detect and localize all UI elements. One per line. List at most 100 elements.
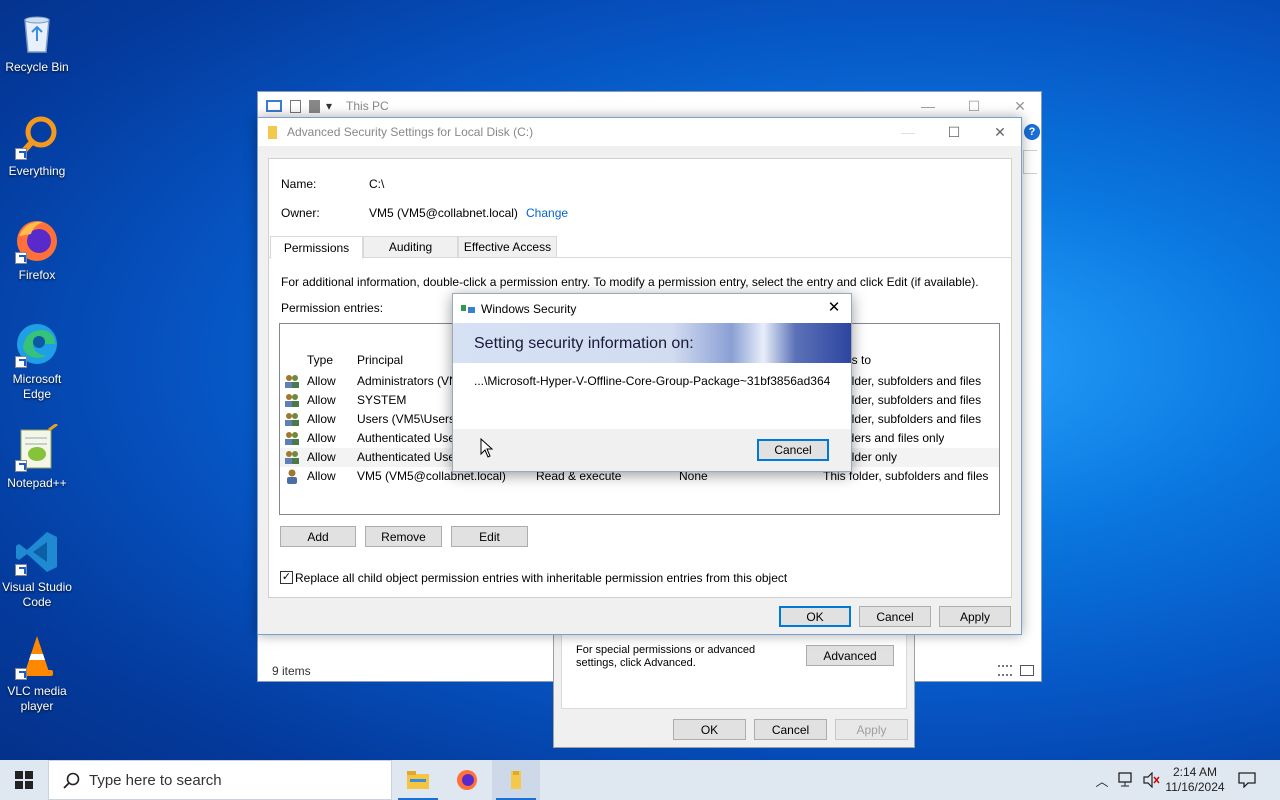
computer-icon	[266, 100, 282, 112]
adv-ok-button[interactable]: OK	[779, 606, 851, 627]
sec-titlebar[interactable]: Windows Security	[453, 294, 851, 323]
props-apply-button[interactable]: Apply	[835, 719, 908, 740]
taskbar-search[interactable]: Type here to search	[48, 760, 392, 800]
sec-path: ...\Microsoft-Hyper-V-Offline-Core-Group…	[474, 374, 831, 388]
change-owner-link[interactable]: Change	[526, 206, 568, 220]
tab-effective-access[interactable]: Effective Access	[458, 236, 557, 258]
user-icon	[284, 469, 300, 484]
edit-button[interactable]: Edit	[451, 526, 528, 547]
details-view-icon[interactable]	[998, 665, 1012, 676]
explorer-title: This PC	[346, 99, 389, 113]
notification-center-icon[interactable]	[1234, 760, 1260, 800]
vscode-icon	[13, 528, 61, 576]
replace-label[interactable]: Replace all child object permission entr…	[295, 571, 787, 585]
desktop-icon-vscode[interactable]: Visual Studio Code	[2, 528, 72, 610]
tab-permissions[interactable]: Permissions	[270, 236, 363, 259]
tab-auditing[interactable]: Auditing	[363, 236, 458, 258]
taskbar-firefox[interactable]	[443, 760, 491, 800]
explorer-status: 9 items	[272, 664, 311, 678]
search-box[interactable]	[1023, 150, 1037, 174]
help-icon[interactable]: ?	[1024, 124, 1040, 140]
firefox-icon	[13, 216, 61, 264]
volume-muted-icon[interactable]	[1140, 760, 1162, 800]
taskbar: Type here to search ︿ 2:14 AM 11/16/2024	[0, 760, 1280, 800]
entries-label: Permission entries:	[281, 301, 384, 315]
group-icon	[284, 450, 300, 465]
file-explorer-icon	[407, 771, 429, 789]
replace-checkbox[interactable]: ✓	[280, 571, 293, 584]
props-ok-button[interactable]: OK	[673, 719, 746, 740]
props-cancel-button[interactable]: Cancel	[754, 719, 827, 740]
adv-close-button[interactable]: ✕	[977, 118, 1023, 146]
owner-label: Owner:	[281, 206, 320, 220]
advanced-button[interactable]: Advanced	[806, 645, 894, 666]
properties-note: For special permissions or advanced sett…	[576, 644, 756, 669]
desktop-icon-firefox[interactable]: Firefox	[2, 216, 72, 283]
firefox-icon	[457, 770, 477, 790]
properties-window[interactable]: For special permissions or advanced sett…	[553, 632, 915, 748]
start-button[interactable]	[0, 760, 48, 800]
adv-minimize-button[interactable]: —	[885, 118, 931, 146]
close-button[interactable]: ✕	[997, 92, 1043, 120]
security-shield-icon	[461, 303, 475, 313]
minimize-button[interactable]: —	[905, 92, 951, 120]
col-header-principal[interactable]: Principal	[357, 353, 403, 367]
desktop-icon-everything[interactable]: Everything	[2, 112, 72, 179]
large-icons-view-icon[interactable]	[1020, 665, 1034, 676]
group-icon	[284, 393, 300, 408]
col-header-type[interactable]: Type	[307, 353, 333, 367]
desktop-icon-label: Visual Studio Code	[2, 580, 72, 609]
sec-title: Windows Security	[481, 301, 577, 316]
sec-cancel-button[interactable]: Cancel	[757, 439, 829, 461]
adv-title: Advanced Security Settings for Local Dis…	[287, 125, 534, 139]
show-hidden-icons[interactable]: ︿	[1092, 760, 1112, 800]
maximize-button[interactable]: ☐	[951, 92, 997, 120]
clock[interactable]: 2:14 AM 11/16/2024	[1164, 760, 1226, 800]
desktop-icon-notepadpp[interactable]: Notepad++	[2, 422, 72, 491]
desktop-icon-vlc[interactable]: VLC media player	[2, 632, 72, 714]
remove-button[interactable]: Remove	[365, 526, 442, 547]
sec-close-button[interactable]: ✕	[823, 298, 845, 318]
clock-time: 2:14 AM	[1172, 765, 1218, 779]
group-icon	[284, 431, 300, 446]
desktop-icon-label: Notepad++	[7, 476, 67, 490]
properties-panel: For special permissions or advanced sett…	[561, 633, 907, 709]
desktop-icon-label: VLC media player	[7, 684, 67, 713]
vlc-icon	[13, 632, 61, 680]
notepadpp-icon	[13, 422, 61, 472]
group-icon	[284, 412, 300, 427]
info-text: For additional information, double-click…	[281, 275, 979, 289]
mouse-cursor	[480, 437, 494, 461]
name-label: Name:	[281, 177, 317, 191]
everything-search-icon	[13, 112, 61, 160]
desktop-icon-label: Everything	[8, 164, 66, 178]
adv-apply-button[interactable]: Apply	[939, 606, 1011, 627]
sec-banner: Setting security information on:	[453, 323, 851, 363]
clock-date: 11/16/2024	[1165, 780, 1225, 794]
group-icon	[284, 374, 300, 389]
desktop-icon-edge[interactable]: Microsoft Edge	[2, 320, 72, 402]
folder-icon	[268, 125, 277, 139]
adv-maximize-button[interactable]: ☐	[931, 118, 977, 146]
folder-security-icon	[511, 771, 521, 789]
desktop-icon-recycle-bin[interactable]: Recycle Bin	[2, 8, 72, 75]
desktop-icon-label: Firefox	[18, 268, 56, 282]
network-icon[interactable]	[1116, 760, 1138, 800]
new-folder-qa-icon[interactable]	[309, 99, 320, 113]
taskbar-security-settings[interactable]	[492, 760, 540, 800]
add-button[interactable]: Add	[280, 526, 356, 547]
windows-logo-icon	[15, 771, 33, 789]
edge-icon	[13, 320, 61, 368]
sec-body: ...\Microsoft-Hyper-V-Offline-Core-Group…	[453, 363, 851, 429]
windows-security-dialog[interactable]: Windows Security ✕ Setting security info…	[452, 293, 852, 472]
owner-value: VM5 (VM5@collabnet.local)	[369, 206, 518, 220]
qa-dropdown-icon[interactable]: ▾	[326, 99, 332, 113]
name-value: C:\	[369, 177, 385, 191]
search-placeholder: Type here to search	[89, 771, 222, 789]
search-icon	[63, 772, 81, 794]
properties-qa-icon[interactable]	[290, 99, 301, 113]
desktop-icon-label: Recycle Bin	[5, 60, 69, 74]
adv-cancel-button[interactable]: Cancel	[859, 606, 931, 627]
taskbar-file-explorer[interactable]	[394, 760, 442, 800]
sec-banner-text: Setting security information on:	[474, 335, 694, 352]
